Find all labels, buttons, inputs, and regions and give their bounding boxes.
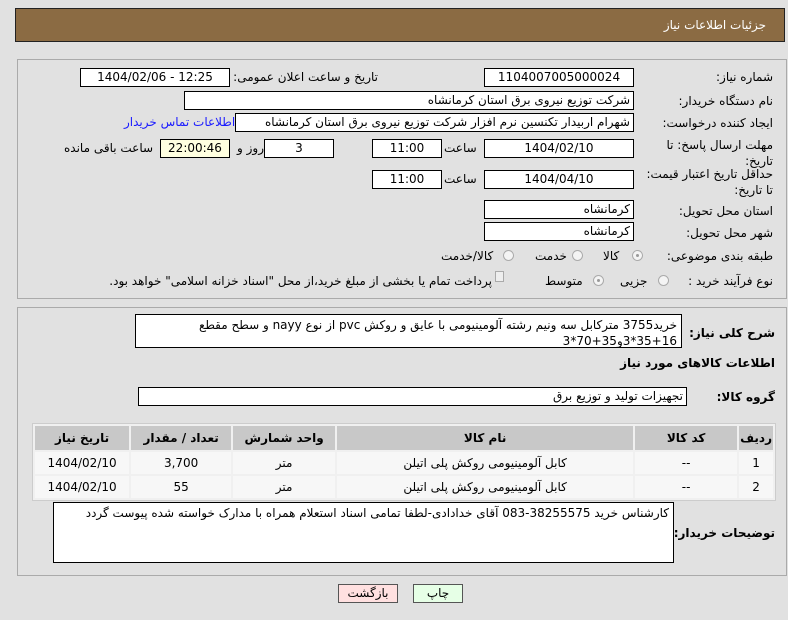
- creator-field: شهرام اربیدار تکنسین نرم افزار شرکت توزی…: [235, 113, 634, 132]
- category-goods-label: کالا: [603, 249, 620, 263]
- category-goods-service-label: کالا/خدمت: [441, 249, 494, 263]
- cell-name: کابل آلومینیومی روکش پلی اتیلن: [337, 476, 634, 498]
- validity-label: حداقل تاریخ اعتبار قیمت: تا تاریخ:: [646, 167, 773, 197]
- buyer-contact-link[interactable]: اطلاعات تماس خریدار: [124, 115, 235, 129]
- payment-checkbox[interactable]: [495, 271, 504, 282]
- table-row: 1 -- کابل آلومینیومی روکش پلی اتیلن متر …: [35, 452, 773, 474]
- col-unit: واحد شمارش: [233, 426, 336, 450]
- category-radio-service[interactable]: [572, 250, 583, 261]
- cell-unit: متر: [233, 476, 336, 498]
- announce-label: تاریخ و ساعت اعلان عمومی:: [233, 70, 378, 84]
- category-service-label: خدمت: [535, 249, 567, 263]
- print-button[interactable]: چاپ: [413, 584, 463, 603]
- page-title: جزئیات اطلاعات نیاز: [663, 18, 766, 32]
- cell-unit: متر: [233, 452, 336, 474]
- cell-name: کابل آلومینیومی روکش پلی اتیلن: [337, 452, 634, 474]
- deadline-label: مهلت ارسال پاسخ: تا تاریخ:: [666, 138, 773, 168]
- cell-row: 2: [739, 476, 773, 498]
- process-medium-label: متوسط: [545, 274, 583, 288]
- cell-row: 1: [739, 452, 773, 474]
- buyer-notes-label: توضیحات خریدار:: [673, 526, 775, 540]
- process-label: نوع فرآیند خرید :: [688, 274, 773, 288]
- category-radio-goods-service[interactable]: [503, 250, 514, 261]
- payment-note: پرداخت تمام یا بخشی از مبلغ خرید،از محل …: [109, 274, 492, 288]
- need-number-field: 1104007005000024: [484, 68, 634, 87]
- city-field: کرمانشاه: [484, 222, 634, 241]
- process-minor-label: جزیی: [620, 274, 648, 288]
- table-row: 2 -- کابل آلومینیومی روکش پلی اتیلن متر …: [35, 476, 773, 498]
- category-radio-goods[interactable]: [632, 250, 643, 261]
- col-date: تاریخ نیاز: [35, 426, 130, 450]
- creator-label: ایجاد کننده درخواست:: [662, 116, 773, 130]
- back-button[interactable]: بازگشت: [338, 584, 398, 603]
- table-header-row: ردیف کد کالا نام کالا واحد شمارش تعداد /…: [35, 426, 773, 450]
- category-label: طبقه بندی موضوعی:: [666, 249, 773, 263]
- days-remaining-field: 3: [264, 139, 334, 158]
- col-name: نام کالا: [337, 426, 634, 450]
- goods-group-field: تجهیزات تولید و توزیع برق: [138, 387, 687, 406]
- buyer-field: شرکت توزیع نیروی برق استان کرمانشاه: [184, 91, 634, 110]
- cell-date: 1404/02/10: [35, 476, 130, 498]
- goods-heading: اطلاعات کالاهای مورد نیاز: [620, 356, 775, 370]
- col-quantity: تعداد / مقدار: [131, 426, 232, 450]
- cell-quantity: 55: [131, 476, 232, 498]
- summary-textarea[interactable]: خرید3755 مترکابل سه ونیم رشته آلومینیومی…: [135, 314, 682, 348]
- validity-date-field: 1404/04/10: [484, 170, 634, 189]
- cell-code: --: [635, 476, 738, 498]
- days-label: روز و: [237, 141, 264, 155]
- deadline-date-field: 1404/02/10: [484, 139, 634, 158]
- summary-label: شرح کلی نیاز:: [689, 326, 775, 340]
- goods-table: ردیف کد کالا نام کالا واحد شمارش تعداد /…: [32, 423, 776, 501]
- province-field: کرمانشاه: [484, 200, 634, 219]
- process-radio-medium[interactable]: [593, 275, 604, 286]
- cell-quantity: 3,700: [131, 452, 232, 474]
- col-row: ردیف: [739, 426, 773, 450]
- process-radio-minor[interactable]: [658, 275, 669, 286]
- need-number-label: شماره نیاز:: [716, 70, 773, 84]
- buyer-label: نام دستگاه خریدار:: [678, 94, 774, 108]
- buyer-notes-textarea[interactable]: کارشناس خرید 38255575-083 آقای خدادادی-ل…: [53, 502, 674, 563]
- deadline-time-field: 11:00: [372, 139, 442, 158]
- validity-time-field: 11:00: [372, 170, 442, 189]
- announce-field: 1404/02/06 - 12:25: [80, 68, 230, 87]
- page-header: جزئیات اطلاعات نیاز: [15, 8, 785, 42]
- time-remaining-label: ساعت باقی مانده: [64, 141, 154, 155]
- time-remaining-field: 22:00:46: [160, 139, 230, 158]
- validity-time-label: ساعت: [444, 172, 477, 186]
- cell-date: 1404/02/10: [35, 452, 130, 474]
- city-label: شهر محل تحویل:: [686, 226, 773, 240]
- deadline-time-label: ساعت: [444, 141, 477, 155]
- province-label: استان محل تحویل:: [678, 204, 773, 218]
- goods-group-label: گروه کالا:: [716, 390, 775, 404]
- col-code: کد کالا: [635, 426, 738, 450]
- cell-code: --: [635, 452, 738, 474]
